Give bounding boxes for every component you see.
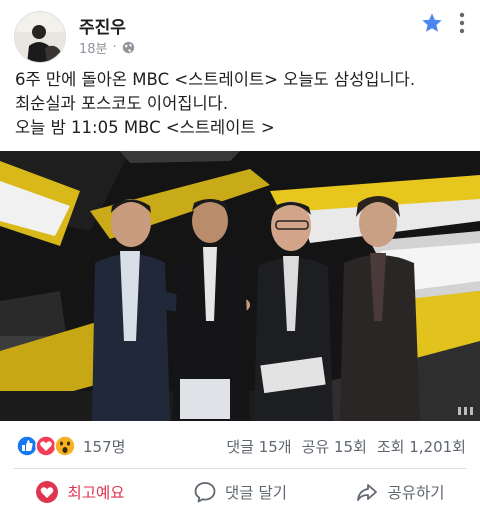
like-icon [16, 435, 38, 457]
globe-icon [122, 41, 134, 54]
love-reaction-button[interactable]: 최고예요 [0, 470, 160, 513]
view-count: 조회 1,201회 [376, 438, 466, 456]
love-icon [36, 480, 59, 503]
love-reaction-label: 최고예요 [67, 483, 125, 502]
share-button[interactable]: 공유하기 [320, 470, 480, 513]
post-meta: 18분 · [79, 38, 135, 57]
comment-label: 댓글 달기 [225, 483, 287, 502]
author-name[interactable]: 주진우 [79, 13, 126, 38]
post-stats: 댓글 15개 공유 15회 조회 1,201회 [226, 436, 466, 457]
more-options-icon[interactable] [452, 10, 472, 36]
reaction-icons[interactable] [16, 435, 80, 457]
reaction-count[interactable]: 157명 [83, 436, 125, 457]
reactions-bar: 157명 댓글 15개 공유 15회 조회 1,201회 [0, 431, 480, 461]
divider [14, 468, 466, 469]
action-bar: 최고예요 댓글 달기 공유하기 [0, 470, 480, 513]
avatar-image [15, 12, 65, 62]
comment-icon [194, 481, 216, 502]
comment-button[interactable]: 댓글 달기 [160, 470, 320, 513]
share-label: 공유하기 [387, 483, 445, 502]
star-icon[interactable] [421, 12, 443, 34]
post-photo[interactable] [0, 151, 480, 421]
comment-count[interactable]: 댓글 15개 [226, 436, 291, 457]
studio-photo [0, 151, 480, 421]
post-text-line: 6주 만에 돌아온 MBC <스트레이트> 오늘도 삼성입니다. [15, 70, 416, 89]
post-text: 6주 만에 돌아온 MBC <스트레이트> 오늘도 삼성입니다. 최순실과 포스… [15, 68, 470, 140]
love-icon [35, 435, 57, 457]
share-icon [357, 483, 378, 501]
avatar[interactable] [14, 11, 66, 63]
wow-icon [54, 435, 76, 457]
post-time[interactable]: 18분 [79, 38, 108, 57]
post-header: 주진우 18분 · [0, 0, 480, 66]
post-text-line: 최순실과 포스코도 이어집니다. [15, 94, 229, 113]
separator-dot: · [112, 40, 117, 55]
share-count[interactable]: 공유 15회 [302, 436, 367, 457]
post-text-line: 오늘 밤 11:05 MBC <스트레이트 > [15, 118, 275, 137]
